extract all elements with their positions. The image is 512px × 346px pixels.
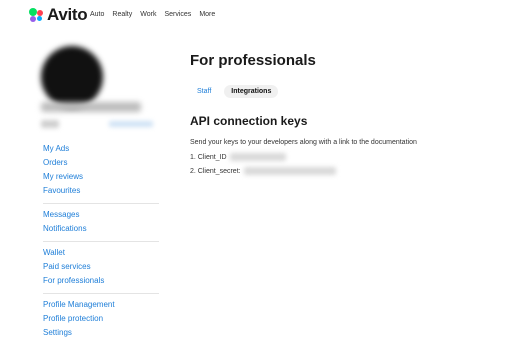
top-bar: Avito Auto Realty Work Services More bbox=[0, 0, 512, 32]
sidebar-divider bbox=[43, 293, 159, 294]
client-id-row: 1. Client_ID bbox=[190, 153, 286, 161]
sidebar-item-notifications[interactable]: Notifications bbox=[43, 222, 159, 236]
sidebar-item-settings[interactable]: Settings bbox=[43, 326, 159, 340]
menu-group-messages: Messages Notifications bbox=[43, 208, 159, 236]
sidebar-item-profile-protection[interactable]: Profile protection bbox=[43, 312, 159, 326]
sidebar-item-my-ads[interactable]: My Ads bbox=[43, 142, 159, 156]
menu-group-wallet: Wallet Paid services For professionals bbox=[43, 246, 159, 288]
keys-description: Send your keys to your developers along … bbox=[190, 139, 417, 146]
avatar[interactable] bbox=[41, 46, 103, 108]
tab-integrations[interactable]: Integrations bbox=[224, 85, 279, 98]
sidebar-item-wallet[interactable]: Wallet bbox=[43, 246, 159, 260]
nav-services[interactable]: Services bbox=[164, 11, 191, 18]
menu-group-profile: Profile Management Profile protection Se… bbox=[43, 298, 159, 340]
sidebar-item-favourites[interactable]: Favourites bbox=[43, 184, 159, 198]
logo-dots-icon bbox=[29, 7, 44, 23]
nav-work[interactable]: Work bbox=[140, 11, 156, 18]
client-secret-label: 2. Client_secret: bbox=[190, 167, 241, 175]
client-id-value-redacted[interactable] bbox=[229, 153, 286, 161]
page-title: For professionals bbox=[190, 52, 316, 69]
nav-auto[interactable]: Auto bbox=[90, 11, 104, 18]
sidebar-item-messages[interactable]: Messages bbox=[43, 208, 159, 222]
tab-staff[interactable]: Staff bbox=[190, 85, 218, 98]
tabs: Staff Integrations bbox=[190, 85, 279, 98]
profile-name-redacted bbox=[41, 102, 141, 112]
profile-rating-redacted bbox=[41, 120, 59, 128]
sidebar-item-paid-services[interactable]: Paid services bbox=[43, 260, 159, 274]
sidebar-item-orders[interactable]: Orders bbox=[43, 156, 159, 170]
section-title: API connection keys bbox=[190, 114, 308, 128]
client-id-label: 1. Client_ID bbox=[190, 153, 227, 161]
client-secret-value-redacted[interactable] bbox=[243, 167, 336, 175]
avito-logo[interactable]: Avito bbox=[29, 5, 88, 24]
sidebar-item-profile-management[interactable]: Profile Management bbox=[43, 298, 159, 312]
client-secret-row: 2. Client_secret: bbox=[190, 167, 336, 175]
profile-link-redacted[interactable] bbox=[109, 121, 153, 127]
nav-realty[interactable]: Realty bbox=[112, 11, 132, 18]
top-nav: Auto Realty Work Services More bbox=[90, 11, 215, 18]
sidebar-item-my-reviews[interactable]: My reviews bbox=[43, 170, 159, 184]
sidebar-item-for-professionals[interactable]: For professionals bbox=[43, 274, 159, 288]
menu-group-ads: My Ads Orders My reviews Favourites bbox=[43, 142, 159, 198]
nav-more[interactable]: More bbox=[199, 11, 215, 18]
logo-text: Avito bbox=[47, 5, 88, 24]
sidebar-divider bbox=[43, 241, 159, 242]
sidebar-divider bbox=[43, 203, 159, 204]
